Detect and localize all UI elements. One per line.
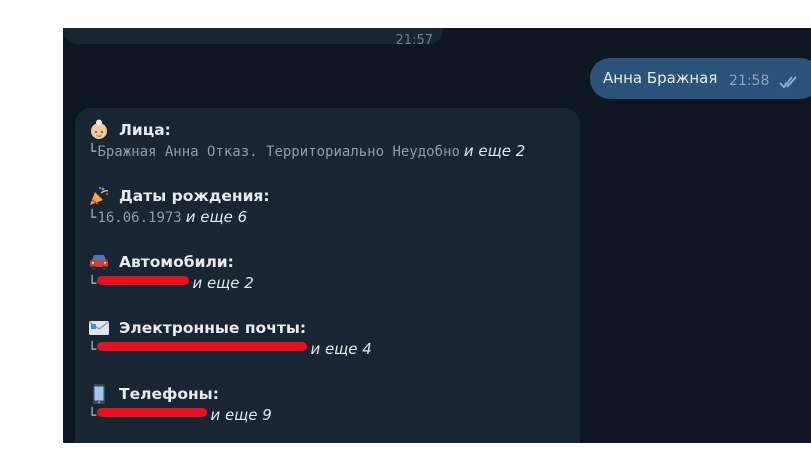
tree-corner-icon: └ — [88, 408, 97, 424]
birthdays-value[interactable]: 16.06.1973 — [97, 210, 181, 226]
tree-corner-icon: └ — [88, 342, 97, 358]
faces-title: Лица: — [119, 121, 171, 139]
faces-value[interactable]: Бражная Анна Отказ. Территориально Неудо… — [97, 144, 459, 160]
email-emoji-icon — [89, 321, 109, 335]
birthdays-more: и еще 6 — [185, 208, 248, 226]
outgoing-message-bubble[interactable]: Анна Бражная 21:58 — [590, 58, 811, 99]
outgoing-message-text: Анна Бражная — [603, 69, 718, 87]
previous-message-bubble[interactable]: 21:57 — [63, 28, 443, 48]
cars-more: и еще 2 — [192, 274, 254, 292]
elder-woman-emoji-icon — [91, 119, 107, 139]
chat-area: 21:57 Анна Бражная 21:58 Лица: └ Бражная… — [63, 28, 811, 443]
phones-section: Телефоны: └ и еще 9 — [88, 382, 568, 428]
phones-title: Телефоны: — [119, 385, 219, 403]
report-message-bubble[interactable]: Лица: └ Бражная Анна Отказ. Территориаль… — [75, 108, 580, 443]
emails-more: и еще 4 — [310, 340, 372, 358]
party-popper-emoji-icon — [90, 187, 109, 205]
emails-title: Электронные почты: — [119, 319, 307, 337]
birthdays-title: Даты рождения: — [119, 187, 270, 205]
mobile-phone-emoji-icon — [93, 384, 105, 404]
double-check-icon — [779, 76, 797, 89]
cars-section: Автомобили: └ и еще 2 — [88, 250, 568, 296]
car-emoji-icon — [90, 255, 108, 270]
emails-section: Электронные почты: └ и еще 4 — [88, 316, 568, 362]
birthdays-section: Даты рождения: └ 16.06.1973 и еще 6 — [88, 184, 568, 230]
faces-section: Лица: └ Бражная Анна Отказ. Территориаль… — [88, 118, 568, 164]
outgoing-message-time: 21:58 — [729, 73, 770, 89]
phones-more: и еще 9 — [210, 406, 272, 424]
cars-redacted-value — [97, 274, 190, 288]
emails-redacted-value — [97, 340, 308, 354]
phones-redacted-value — [97, 406, 208, 420]
faces-more: и еще 2 — [463, 142, 526, 160]
tree-corner-icon: └ — [88, 210, 97, 226]
previous-message-time: 21:57 — [395, 33, 433, 48]
cars-title: Автомобили: — [119, 253, 234, 271]
tree-corner-icon: └ — [88, 144, 97, 160]
tree-corner-icon: └ — [88, 276, 97, 292]
